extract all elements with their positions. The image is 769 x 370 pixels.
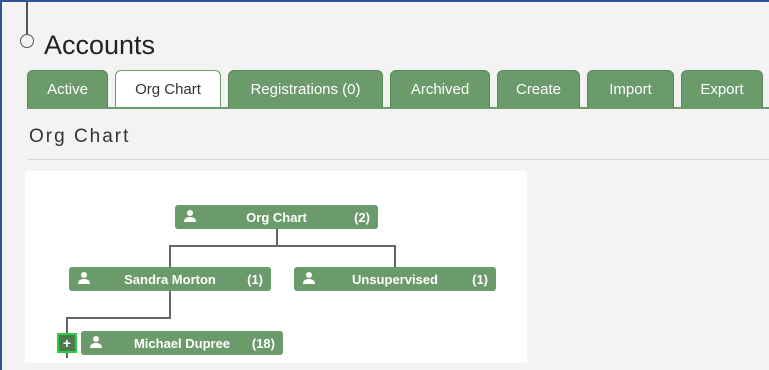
sibling-connector	[169, 245, 396, 247]
node-count: (18)	[251, 335, 275, 351]
tab-registrations[interactable]: Registrations (0)	[228, 70, 383, 107]
org-node-root[interactable]: Org Chart (2)	[175, 205, 378, 229]
org-node-sandra-morton[interactable]: Sandra Morton (1)	[69, 267, 271, 291]
node-count: (2)	[354, 209, 370, 225]
tab-org-chart[interactable]: Org Chart	[115, 70, 221, 108]
node-count: (1)	[247, 271, 263, 287]
left-branch-connector	[169, 245, 171, 267]
root-connector	[276, 229, 278, 246]
grandchild-connector	[66, 317, 171, 319]
node-name: Sandra Morton	[124, 271, 216, 287]
expand-toggle-icon[interactable]: +	[57, 333, 77, 353]
tab-create[interactable]: Create	[497, 70, 580, 107]
tab-archived[interactable]: Archived	[390, 70, 490, 107]
child-connector	[169, 291, 171, 318]
title-connector-line	[26, 2, 28, 34]
org-node-michael-dupree[interactable]: Michael Dupree (18)	[81, 331, 283, 355]
section-divider	[27, 159, 769, 160]
title-circle-icon	[20, 34, 34, 48]
tab-export[interactable]: Export	[681, 70, 763, 107]
node-count: (1)	[472, 271, 488, 287]
node-name: Org Chart	[246, 209, 307, 225]
tab-active[interactable]: Active	[27, 70, 108, 107]
node-name: Unsupervised	[352, 271, 438, 287]
page-title: Accounts	[44, 30, 156, 60]
right-branch-connector	[394, 245, 396, 267]
section-title: Org Chart	[29, 126, 131, 147]
org-node-unsupervised[interactable]: Unsupervised (1)	[294, 267, 496, 291]
tab-import[interactable]: Import	[587, 70, 674, 107]
tab-bar-underline	[27, 107, 769, 109]
grandchild-drop-connector	[66, 317, 68, 333]
